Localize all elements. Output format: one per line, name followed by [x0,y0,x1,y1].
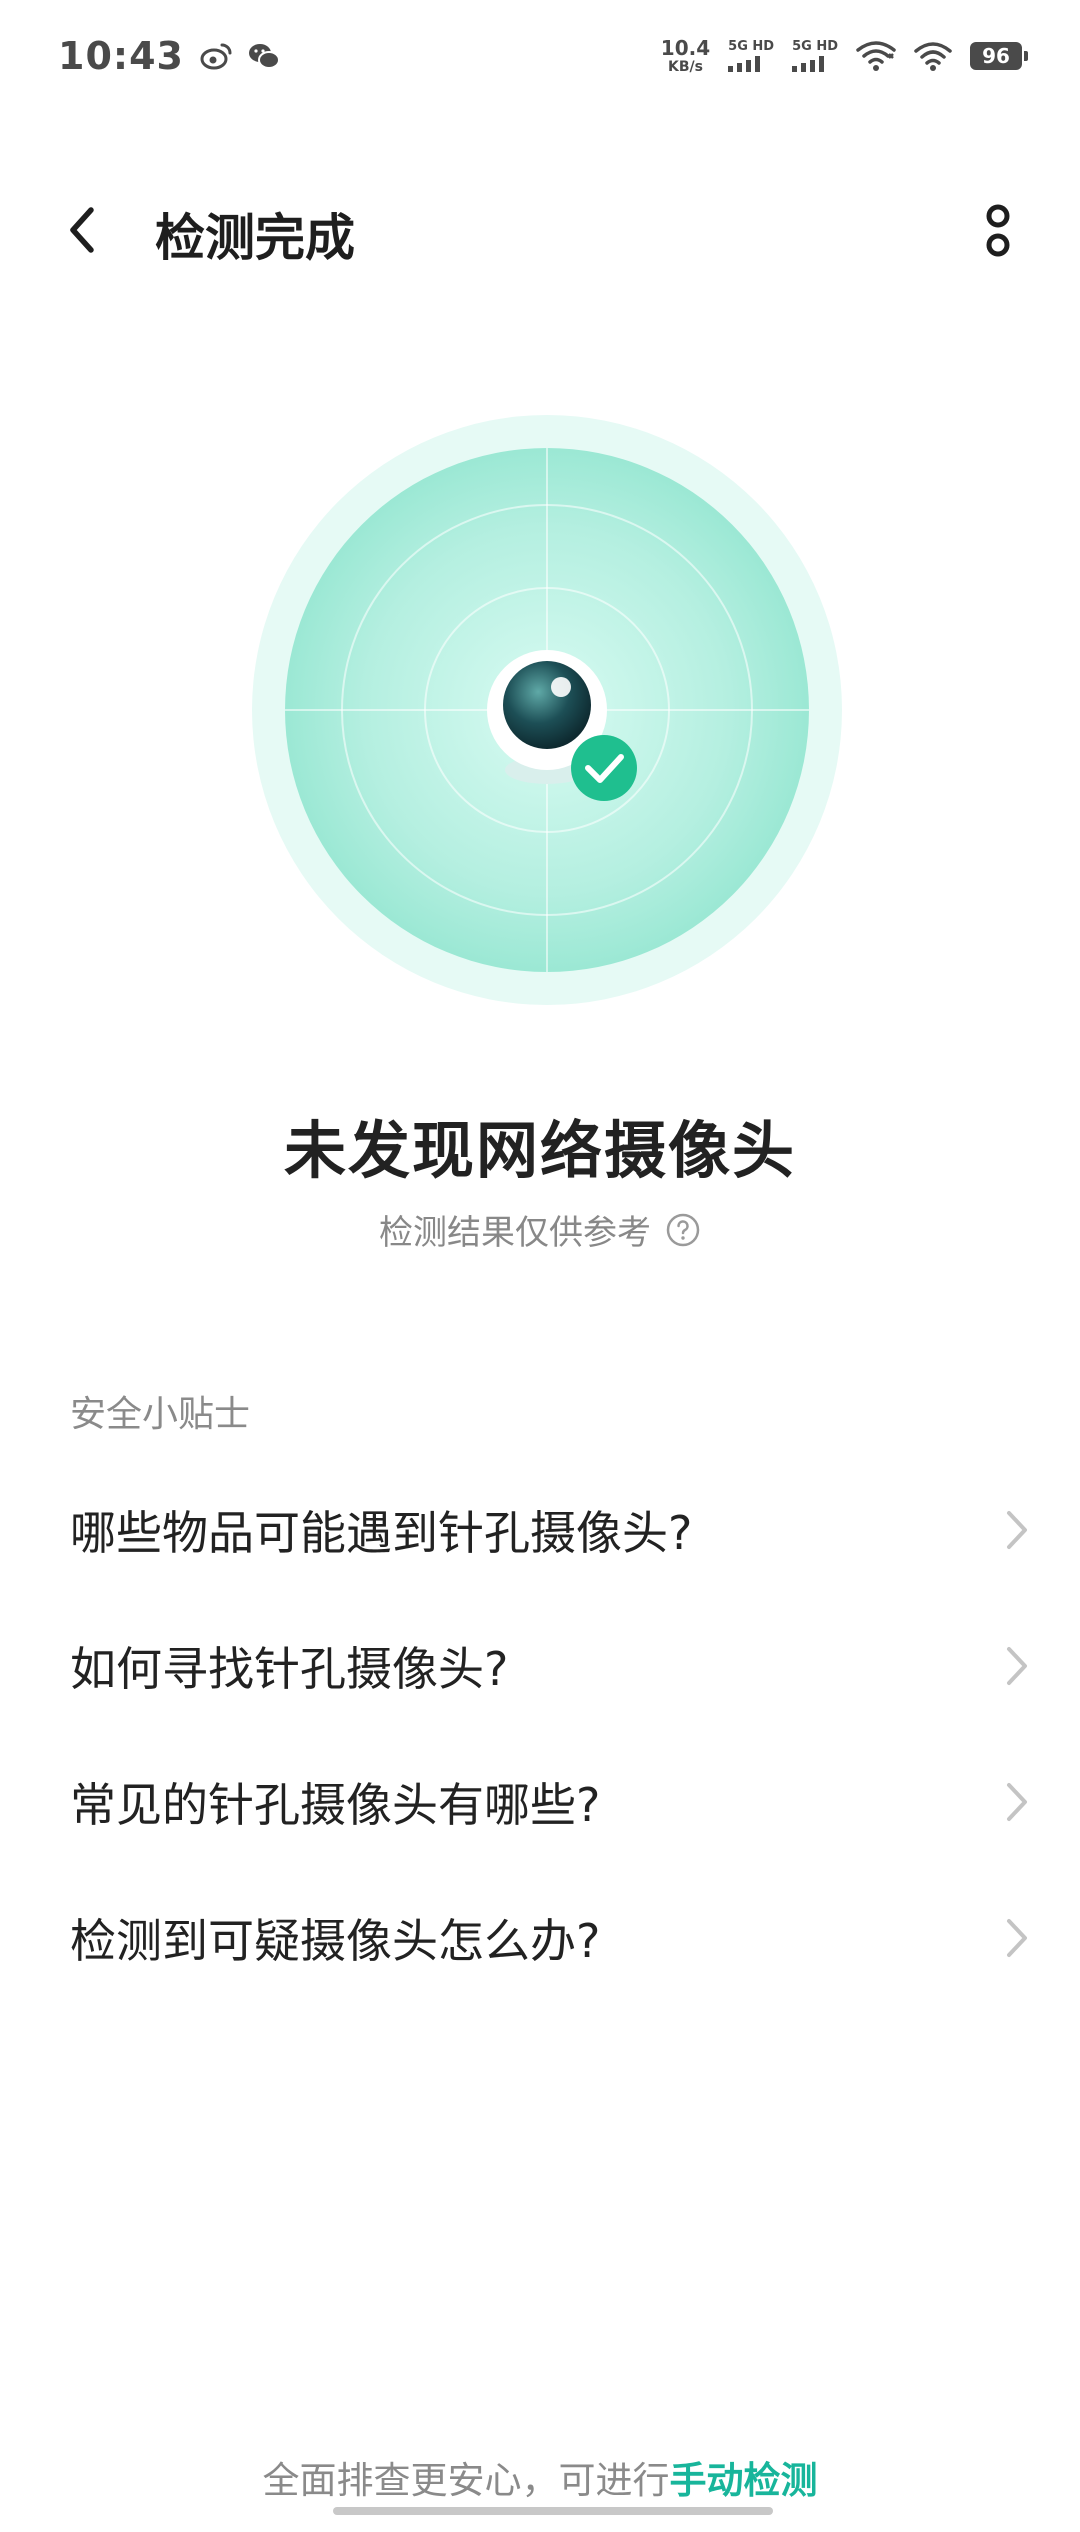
tip-item-label: 常见的针孔摄像头有哪些? [70,1778,601,1832]
tip-item[interactable]: 检测到可疑摄像头怎么办? [0,1870,1080,2006]
network-speed: 10.4 KB/s [661,38,710,74]
network-speed-value: 10.4 [660,36,711,60]
help-icon[interactable] [665,1212,701,1248]
tip-item[interactable]: 哪些物品可能遇到针孔摄像头? [0,1462,1080,1598]
tip-item[interactable]: 如何寻找针孔摄像头? [0,1598,1080,1734]
footer-prefix: 全面排查更安心，可进行 [262,2459,670,2502]
more-vertical-icon [986,204,1010,257]
tip-item-label: 哪些物品可能遇到针孔摄像头? [70,1506,693,1560]
app-header: 检测完成 [0,178,1080,278]
scan-radar-illustration [252,415,842,1005]
result-subtitle-row: 检测结果仅供参考 [0,1205,1080,1254]
status-left: 10:43 [58,34,280,78]
signal-bars-icon [728,56,761,72]
manual-detect-link[interactable]: 手动检测 [670,2459,818,2502]
wifi-icon [914,42,952,71]
signal-bars-icon [792,56,825,72]
weibo-icon [200,43,232,70]
more-options-button[interactable] [966,196,1030,266]
sim1-label: 5G HD [728,39,775,54]
battery-indicator: 96 [970,42,1028,70]
footer-hint: 全面排查更安心，可进行手动检测 [0,2450,1080,2504]
page-title: 检测完成 [155,209,355,267]
wechat-icon [248,44,280,69]
tip-item-label: 如何寻找针孔摄像头? [70,1642,509,1696]
status-bar: 10:43 10.4 KB/s 5G HD 5G HD 96 [0,0,1080,112]
check-badge-icon [571,735,637,801]
status-right: 10.4 KB/s 5G HD 5G HD 96 [661,38,1028,74]
chevron-right-icon [1007,1647,1027,1685]
sim2-signal: 5G HD [792,40,838,72]
tip-item[interactable]: 常见的针孔摄像头有哪些? [0,1734,1080,1870]
tip-item-label: 检测到可疑摄像头怎么办? [70,1914,601,1968]
chevron-right-icon [1007,1511,1027,1549]
status-time: 10:43 [58,34,184,78]
network-speed-unit: KB/s [667,59,703,75]
chevron-right-icon [1007,1919,1027,1957]
screen: 10:43 10.4 KB/s 5G HD 5G HD 96 检测完成 未发现网… [0,0,1080,2532]
sim2-label: 5G HD [792,39,838,54]
back-button[interactable] [52,200,112,260]
tips-section-label: 安全小贴士 [70,1394,251,1435]
chevron-right-icon [1007,1783,1027,1821]
back-arrow-icon [70,207,94,253]
hotspot-wifi-icon [856,41,896,71]
sim1-signal: 5G HD [728,40,774,72]
battery-level: 96 [982,44,1010,68]
result-title: 未发现网络摄像头 [283,1114,796,1187]
home-indicator[interactable] [333,2507,773,2515]
result-subtitle: 检测结果仅供参考 [379,1213,651,1253]
